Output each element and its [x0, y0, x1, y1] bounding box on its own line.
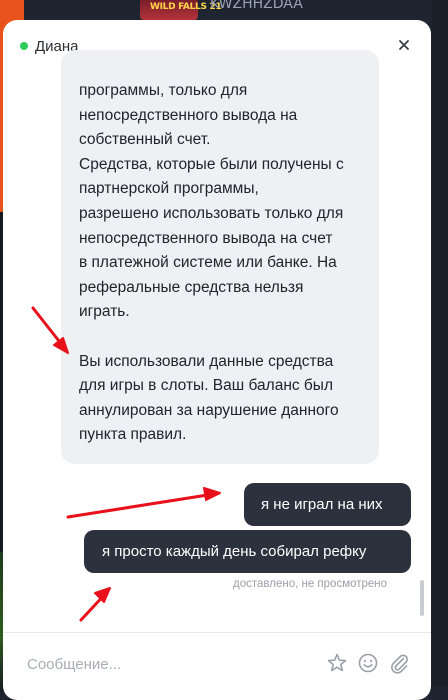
message-input[interactable]: [25, 651, 309, 677]
incoming-message-paragraph-1: программы, только для непосредственного …: [79, 82, 344, 321]
outgoing-message: я просто каждый день собирал рефку: [84, 530, 411, 573]
incoming-message-paragraph-2: Вы использовали данные средства для игры…: [79, 352, 339, 444]
background-code-text: KWZHHZDAA: [210, 0, 303, 12]
close-icon[interactable]: [393, 34, 415, 56]
paperclip-icon[interactable]: [387, 651, 411, 675]
emoji-icon[interactable]: [356, 651, 380, 675]
chat-widget: Диана программы, только для непосредстве…: [3, 20, 431, 700]
background-right-strip: [432, 0, 448, 687]
message-composer: [3, 632, 431, 700]
incoming-message: программы, только для непосредственного …: [61, 50, 379, 464]
delivery-status: доставлено, не просмотрено: [233, 578, 388, 590]
outgoing-message: я не играл на них: [244, 483, 411, 526]
star-icon[interactable]: [325, 651, 349, 675]
online-status-dot: [20, 42, 28, 50]
scrollbar-thumb[interactable]: [420, 580, 424, 616]
